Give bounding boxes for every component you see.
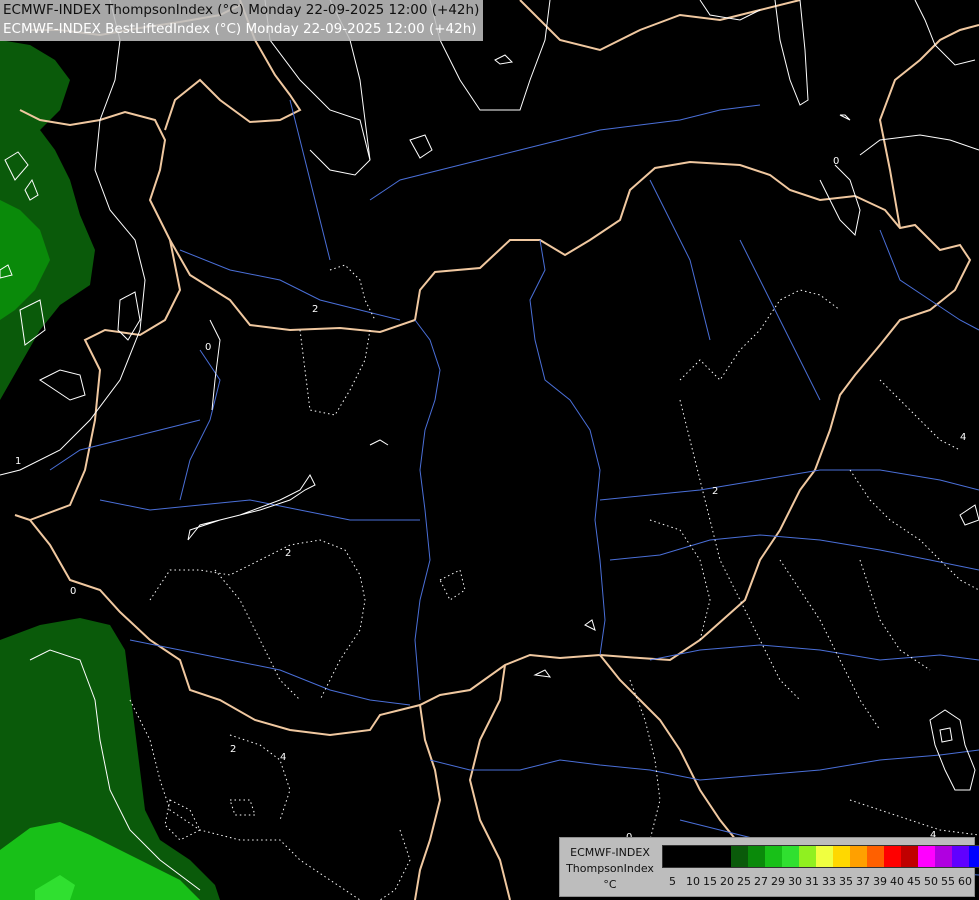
contour-label: 2 xyxy=(312,304,318,315)
contour-label: 2 xyxy=(230,744,236,755)
legend-swatch xyxy=(901,846,918,867)
legend-swatch xyxy=(680,846,697,867)
legend-swatch xyxy=(765,846,782,867)
contour-label: 4 xyxy=(280,752,286,763)
legend-swatch xyxy=(952,846,969,867)
legend-tick-label: 20 xyxy=(720,875,734,888)
contour-label: 2 xyxy=(712,486,718,497)
legend-swatch xyxy=(816,846,833,867)
legend-tick-label: 40 xyxy=(890,875,904,888)
legend-tick-label: 25 xyxy=(737,875,751,888)
legend-swatch xyxy=(697,846,714,867)
forecast-map: 2 0 2 2 0 1 2 4 0 4 4 0 xyxy=(0,0,979,900)
contour-label: 2 xyxy=(285,548,291,559)
contour-label: 0 xyxy=(205,342,211,353)
legend-tick-label: 60 xyxy=(958,875,972,888)
contour-label: 4 xyxy=(960,432,966,443)
legend-swatch xyxy=(935,846,952,867)
legend-tick-label: 35 xyxy=(839,875,853,888)
contour-label: 0 xyxy=(833,156,839,167)
legend-model-name: ECMWF-INDEX xyxy=(570,846,650,859)
legend-swatch xyxy=(663,846,680,867)
legend-swatch xyxy=(799,846,816,867)
contour-label: 1 xyxy=(15,456,21,467)
legend-swatch xyxy=(782,846,799,867)
legend-swatch xyxy=(833,846,850,867)
title-thompson-index: ECMWF-INDEX ThompsonIndex (°C) Monday 22… xyxy=(3,2,480,18)
legend-tick-label: 39 xyxy=(873,875,887,888)
legend-tick-labels: 5 10 15 20 25 27 29 30 31 33 35 37 39 40 45 50 55 60 xyxy=(662,875,972,888)
legend-swatch xyxy=(850,846,867,867)
legend-swatch xyxy=(969,846,979,867)
legend-tick-label: 31 xyxy=(805,875,819,888)
legend-tick-label: 29 xyxy=(771,875,785,888)
legend-swatch xyxy=(867,846,884,867)
legend-tick-label: 10 xyxy=(686,875,700,888)
legend-swatch xyxy=(714,846,731,867)
legend-color-scale xyxy=(662,845,979,868)
map-title: ECMWF-INDEX ThompsonIndex (°C) Monday 22… xyxy=(0,0,484,41)
title-best-lifted-index: ECMWF-INDEX BestLiftedIndex (°C) Monday … xyxy=(3,21,477,37)
color-legend: ECMWF-INDEX ThompsonIndex °C 5 10 15 20 25 27… xyxy=(559,837,979,897)
legend-tick-label: 5 xyxy=(669,875,676,888)
legend-tick-label: 45 xyxy=(907,875,921,888)
legend-tick-label: 37 xyxy=(856,875,870,888)
legend-tick-label: 30 xyxy=(788,875,802,888)
legend-swatch xyxy=(748,846,765,867)
contour-label: 0 xyxy=(70,586,76,597)
legend-unit: °C xyxy=(603,878,617,891)
legend-tick-label: 15 xyxy=(703,875,717,888)
legend-swatch xyxy=(731,846,748,867)
map-background xyxy=(0,0,979,900)
legend-swatch xyxy=(918,846,935,867)
legend-tick-label: 50 xyxy=(924,875,938,888)
legend-tick-label: 27 xyxy=(754,875,768,888)
legend-tick-label: 33 xyxy=(822,875,836,888)
legend-swatch xyxy=(884,846,901,867)
legend-tick-label: 55 xyxy=(941,875,955,888)
legend-parameter-name: ThompsonIndex xyxy=(566,862,654,875)
